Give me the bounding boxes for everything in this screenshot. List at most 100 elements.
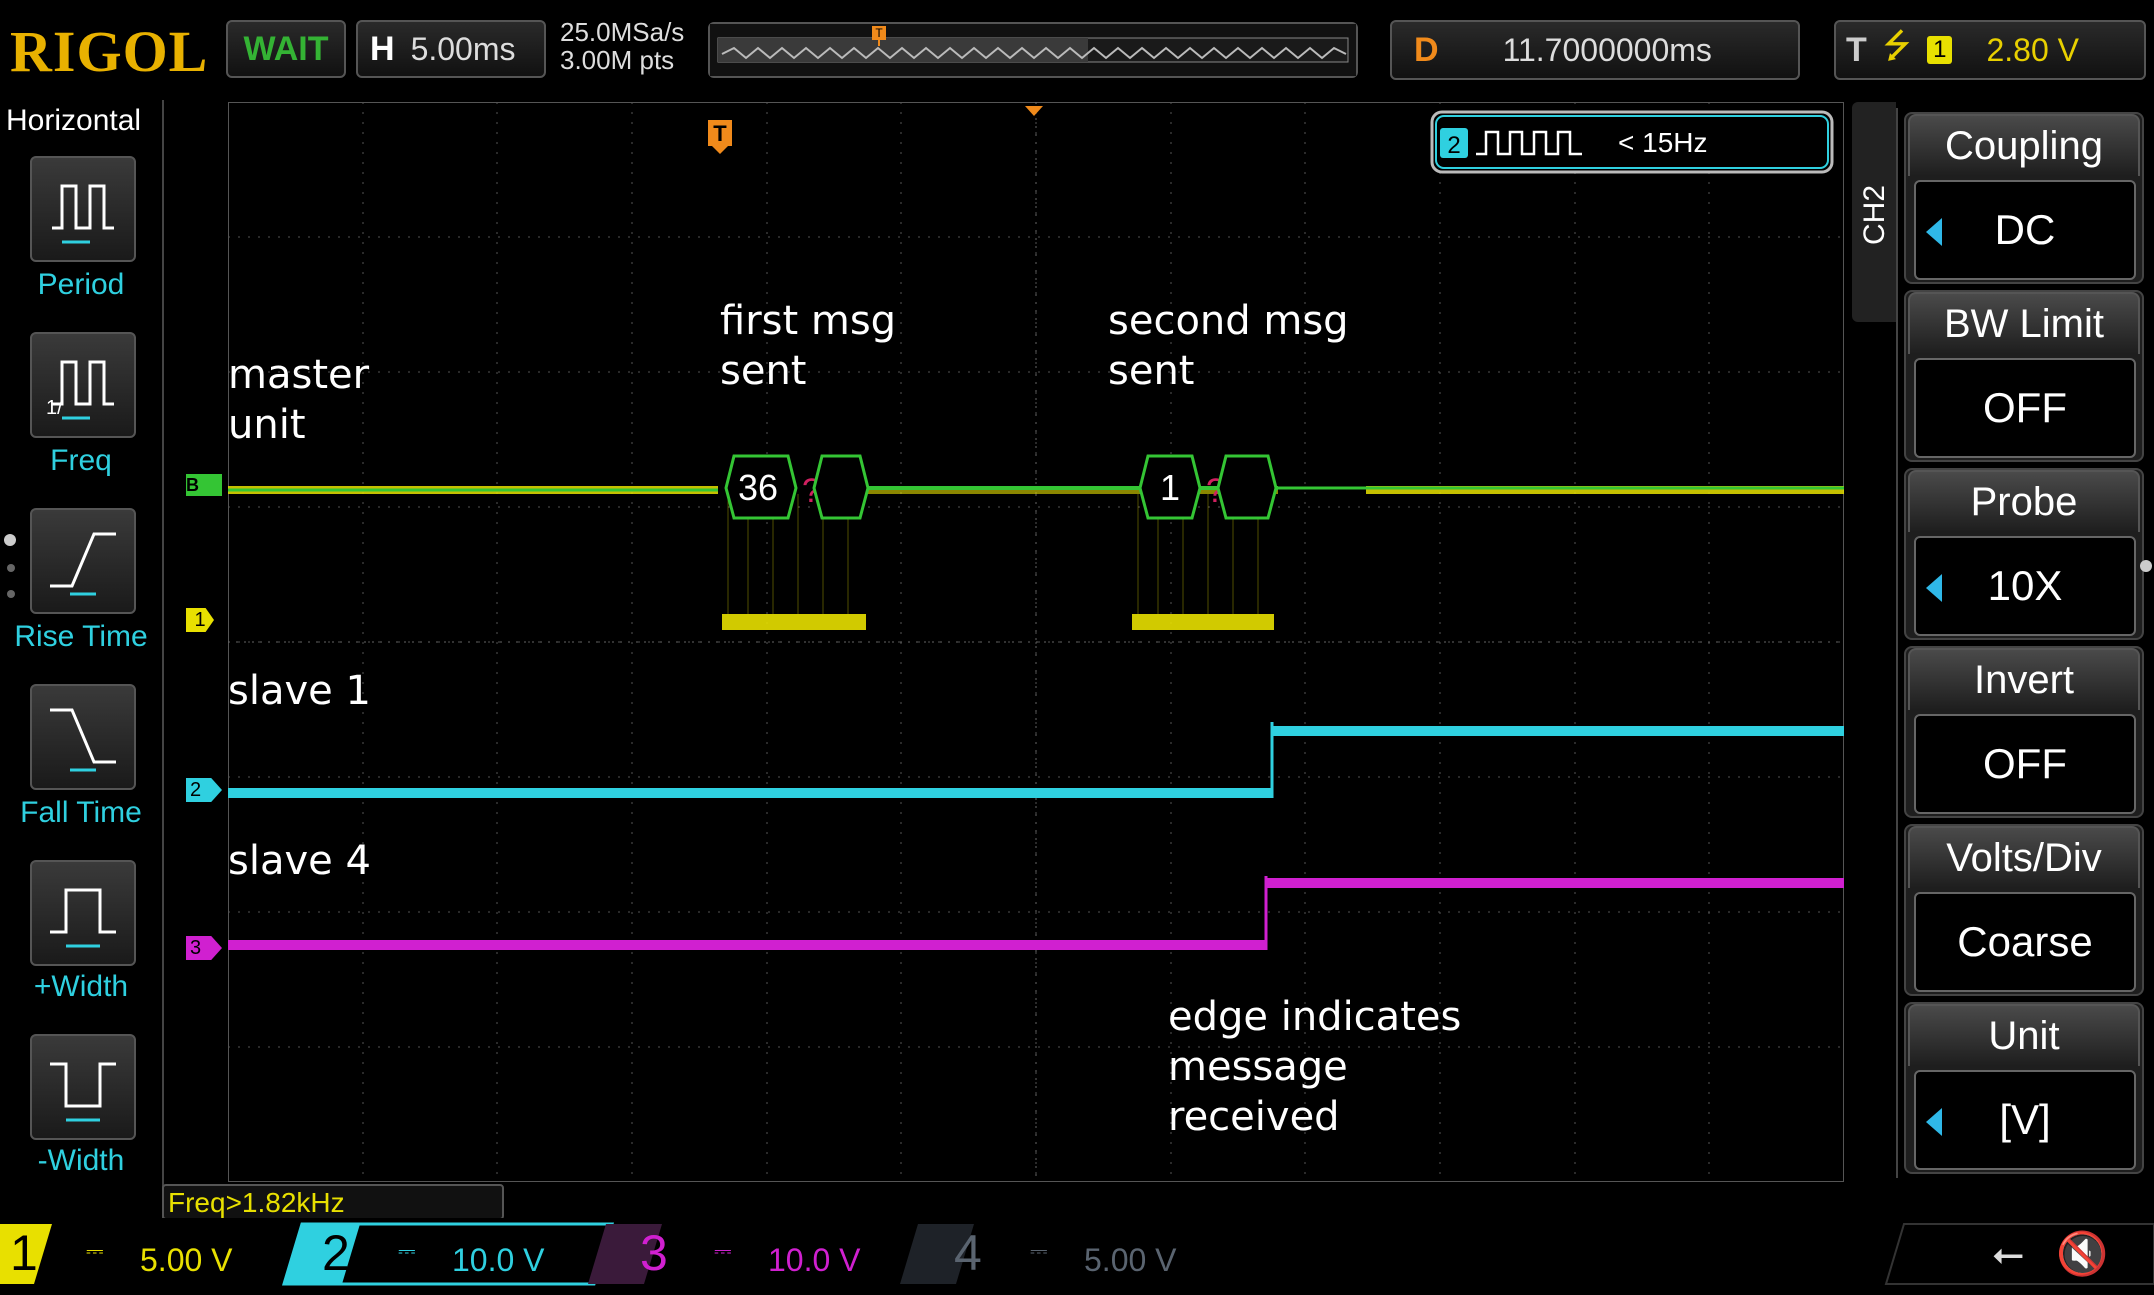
volts-div-value: Coarse <box>1957 918 2093 965</box>
ch2-scale[interactable]: 10.0 V <box>452 1242 545 1279</box>
decode-frame <box>1216 454 1278 520</box>
ch2-freq-value: < 15Hz <box>1618 127 1708 158</box>
bw-limit-value: OFF <box>1983 384 2067 431</box>
minus-width-icon <box>30 1034 136 1140</box>
ch1-ground-marker[interactable]: 1 <box>186 608 214 632</box>
unit-title: Unit <box>1908 1004 2140 1066</box>
measure-period-button[interactable] <box>30 156 136 262</box>
unit-softkey[interactable]: Unit [V] <box>1904 1002 2144 1174</box>
decode-frame: 1 <box>1138 454 1202 520</box>
bw-limit-value-box: OFF <box>1914 358 2136 458</box>
minus-width-label: -Width <box>37 1144 125 1177</box>
annotation-slave-1: slave 1 <box>228 668 371 714</box>
memory-window[interactable]: T <box>708 22 1358 78</box>
plus-width-icon <box>30 860 136 966</box>
frequency-counter-readout: Freq>1.82kHz <box>162 1184 504 1220</box>
left-arrow-icon <box>1926 1108 1942 1136</box>
fall-time-icon <box>30 684 136 790</box>
annotation-master-unit: master unit <box>228 352 370 448</box>
right-panel-divider <box>1896 108 1898 1178</box>
plus-width-label: +Width <box>33 970 129 1003</box>
freq-label: Freq <box>50 444 112 477</box>
bus-marker[interactable]: B <box>186 474 222 496</box>
memory-depth: 3.00M pts <box>560 45 675 75</box>
volts-div-softkey[interactable]: Volts/Div Coarse <box>1904 824 2144 996</box>
menu-page-dot <box>4 534 16 546</box>
measure-minus-width-button[interactable] <box>30 1034 136 1140</box>
ch2-frequency-badge: 2 < 15Hz <box>1430 110 1834 174</box>
menu-page-dot <box>7 564 15 572</box>
horizontal-label: H <box>370 29 395 68</box>
coupling-softkey[interactable]: Coupling DC <box>1904 112 2144 284</box>
decode-frame: 36 <box>724 454 798 520</box>
channel-menu-label: CH2 <box>1858 185 1891 246</box>
svg-text:T: T <box>875 26 883 40</box>
annotation-second-msg: second msg sent <box>1108 298 1349 394</box>
menu-page-dot <box>2140 560 2152 572</box>
memory-waveform-overview: T <box>710 24 1356 76</box>
speaker-muted-icon[interactable]: 🔇 <box>2056 1230 2108 1279</box>
svg-text:1/: 1/ <box>46 397 63 419</box>
top-status-bar: RIGOL WAIT H 5.00ms 25.0MSa/s 3.00M pts … <box>0 0 2154 88</box>
measure-menu-title: Horizontal <box>6 104 142 137</box>
invert-softkey[interactable]: Invert OFF <box>1904 646 2144 818</box>
acquisition-info: 25.0MSa/s 3.00M pts <box>560 18 684 74</box>
channel-menu-tab[interactable]: CH2 <box>1852 102 1896 322</box>
freq-icon: 1/ <box>30 332 136 438</box>
rigol-logo: RIGOL <box>10 19 209 84</box>
ch2-ground-marker[interactable]: 2 <box>186 778 222 802</box>
dc-coupling-icon: ⎓ <box>714 1238 732 1263</box>
measure-rise-time-button[interactable] <box>30 508 136 614</box>
ch3-ground-marker[interactable]: 3 <box>186 936 222 960</box>
decode-frame <box>812 454 870 520</box>
probe-value: 10X <box>1987 562 2063 609</box>
volts-div-title: Volts/Div <box>1908 826 2140 888</box>
rise-time-label: Rise Time <box>14 620 148 653</box>
horizontal-timebase[interactable]: H 5.00ms <box>356 20 546 78</box>
delay-value: 11.7000000ms <box>1502 31 1712 68</box>
timebase-value: 5.00ms <box>410 30 516 67</box>
decode-value-first: 36 <box>738 467 778 508</box>
ch4-number[interactable]: 4 <box>954 1224 982 1282</box>
badge-channel-num: 2 <box>1447 132 1460 159</box>
trigger-readout[interactable]: T ⭍ 1 2.80 V <box>1834 20 2146 80</box>
ch2-number[interactable]: 2 <box>322 1224 350 1282</box>
dc-coupling-icon: ⎓ <box>86 1238 104 1263</box>
volts-div-value-box: Coarse <box>1914 892 2136 992</box>
coupling-value-box: DC <box>1914 180 2136 280</box>
ch1-scale[interactable]: 5.00 V <box>140 1242 233 1279</box>
waveform-display[interactable]: T 2 < 15Hz 36 ? 1 ? <box>228 102 1844 1182</box>
annotation-first-msg: first msg sent <box>720 298 897 394</box>
probe-softkey[interactable]: Probe 10X <box>1904 468 2144 640</box>
annotation-slave-4: slave 4 <box>228 838 371 884</box>
delay-readout[interactable]: D 11.7000000ms <box>1390 20 1800 80</box>
decode-value-second: 1 <box>1160 467 1180 508</box>
trigger-level: 2.80 V <box>1986 31 2079 68</box>
left-arrow-icon <box>1926 574 1942 602</box>
invert-value-box: OFF <box>1914 714 2136 814</box>
svg-text:T: T <box>713 121 727 146</box>
measure-fall-time-button[interactable] <box>30 684 136 790</box>
ch1-number[interactable]: 1 <box>10 1224 38 1282</box>
bw-limit-title: BW Limit <box>1908 292 2140 354</box>
period-icon <box>30 156 136 262</box>
ch3-number[interactable]: 3 <box>640 1224 668 1282</box>
menu-page-dot <box>7 590 15 598</box>
coupling-title: Coupling <box>1908 114 2140 176</box>
coupling-value: DC <box>1994 206 2056 253</box>
trigger-level-label: T <box>1877 536 1889 556</box>
invert-title: Invert <box>1908 648 2140 710</box>
invert-value: OFF <box>1983 740 2067 787</box>
left-arrow-icon <box>1926 218 1942 246</box>
ch3-scale[interactable]: 10.0 V <box>768 1242 861 1279</box>
delay-label: D <box>1414 30 1439 69</box>
sample-rate: 25.0MSa/s <box>560 17 685 47</box>
fall-time-label: Fall Time <box>20 796 142 829</box>
measure-freq-button[interactable]: 1/ <box>30 332 136 438</box>
bw-limit-softkey[interactable]: BW Limit OFF <box>1904 290 2144 462</box>
ch4-scale[interactable]: 5.00 V <box>1084 1242 1177 1279</box>
unit-value-box: [V] <box>1914 1070 2136 1170</box>
run-status-badge[interactable]: WAIT <box>226 20 346 78</box>
measure-plus-width-button[interactable] <box>30 860 136 966</box>
unit-value: [V] <box>1999 1096 2051 1143</box>
